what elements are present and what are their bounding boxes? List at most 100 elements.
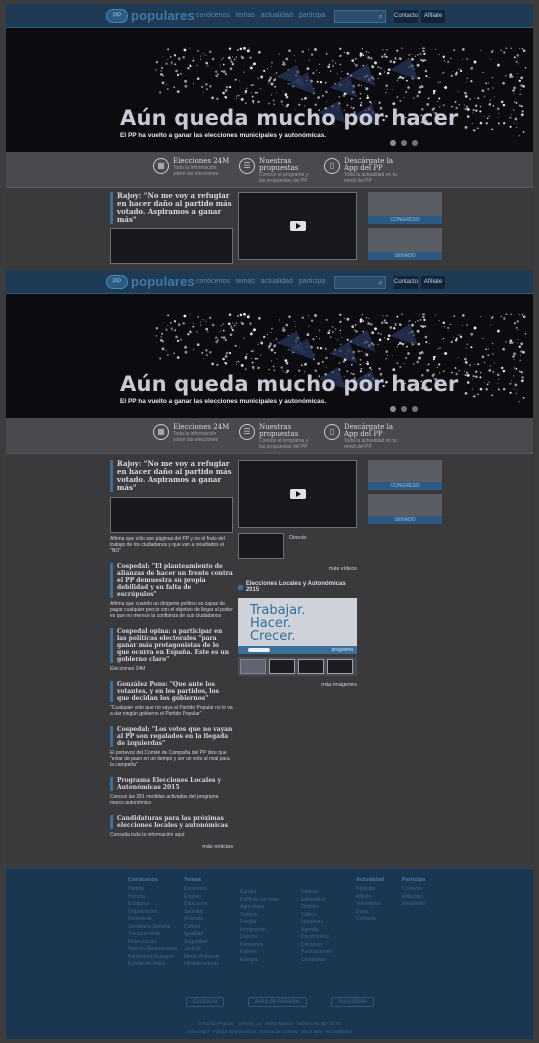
footer-link[interactable]: Sanidad (184, 909, 220, 917)
senado-box[interactable]: SENADO (368, 494, 442, 524)
footer-link[interactable]: Cultura (184, 924, 220, 932)
footer-link[interactable]: Seguridad (184, 939, 220, 947)
footer-link[interactable]: Entrevistas (301, 897, 332, 905)
hero-banner[interactable]: Aún queda mucho por hacer El PP ha vuelt… (6, 294, 533, 418)
join-button[interactable]: Afíliate (421, 10, 445, 23)
hero-banner[interactable]: Aún queda mucho por hacer El PP ha vuelt… (6, 28, 533, 152)
footer-link[interactable]: Imágenes (301, 919, 332, 927)
footer-link[interactable]: Agricultura (240, 904, 279, 912)
congreso-box[interactable]: CONGRESO (368, 460, 442, 490)
footer-link[interactable]: Energía (240, 957, 279, 965)
footer-link[interactable]: Turismo (240, 912, 279, 920)
menu-item-temas[interactable]: temas (236, 278, 255, 285)
gallery-thumb[interactable] (240, 659, 266, 674)
contact-button[interactable]: Contacto (394, 276, 418, 289)
senado-box[interactable]: SENADO (368, 228, 442, 260)
footer-link[interactable]: Medio Ambiente (184, 954, 220, 962)
footer-link[interactable]: Vivienda (184, 916, 220, 924)
feature-app[interactable]: ▯ Descárgate la App del PP Toda la actual… (324, 158, 400, 184)
footer-members-button[interactable]: Área de Afiliados (248, 997, 308, 1007)
lead-photo[interactable] (110, 497, 233, 533)
news-item[interactable]: Cospedal: "Los votos que no vayan al PP … (110, 726, 233, 768)
menu-item-actualidad[interactable]: actualidad (261, 278, 293, 285)
footer-link[interactable]: Agenda (301, 927, 332, 935)
footer-link[interactable]: Participa (356, 886, 384, 894)
footer-link[interactable]: Organización (128, 909, 177, 917)
footer-link[interactable]: Vídeos (301, 912, 332, 920)
news-headline[interactable]: Cospedal: "El planteamiento de alianzas … (110, 563, 233, 598)
lead-photo[interactable] (110, 228, 233, 264)
news-headline[interactable]: González Pons: "Que ante los votantes, y… (110, 681, 233, 702)
footer-link[interactable]: Empleo (184, 894, 220, 902)
news-item[interactable]: Candidaturas para las próximas eleccione… (110, 815, 233, 838)
footer-link[interactable]: Exterior (240, 949, 279, 957)
news-headline[interactable]: Cospedal opina: a participar en las polí… (110, 628, 233, 663)
news-item[interactable]: Cospedal opina: a participar en las polí… (110, 628, 233, 672)
feature-proposals[interactable]: ☰ Nuestras propuestas Conoce el programa … (239, 424, 313, 450)
footer-link[interactable]: Campañas (301, 957, 332, 965)
play-icon[interactable] (289, 221, 306, 231)
carousel-dot[interactable] (390, 140, 396, 146)
carousel-dot[interactable] (412, 406, 418, 412)
site-logo[interactable]: PP populares (106, 274, 195, 289)
footer-link[interactable]: Contacto (356, 916, 384, 924)
footer-link[interactable]: Educación (184, 901, 220, 909)
footer-link[interactable]: Economía (184, 886, 220, 894)
footer-link[interactable]: Dona (356, 909, 384, 917)
feature-app[interactable]: ▯ Descárgate la App del PP Toda la actual… (324, 424, 400, 450)
video-thumbnail[interactable] (238, 533, 284, 559)
carousel-dot[interactable] (390, 406, 396, 412)
footer-link[interactable]: Noticias (301, 889, 332, 897)
video-player[interactable] (238, 460, 357, 528)
menu-item-conocenos[interactable]: conócenos (196, 278, 230, 285)
video-player[interactable] (238, 192, 357, 260)
search-input[interactable]: ⌕ (334, 10, 386, 23)
news-item[interactable]: Cospedal: "El planteamiento de alianzas … (110, 563, 233, 619)
footer-link[interactable]: Afiliación (402, 894, 426, 902)
footer-link[interactable]: Políticas Sociales (240, 897, 279, 905)
news-headline[interactable]: Candidaturas para las próximas eleccione… (110, 815, 233, 829)
carousel-dot[interactable] (401, 140, 407, 146)
carousel-dot[interactable] (401, 406, 407, 412)
contact-button[interactable]: Contacto (394, 10, 418, 23)
search-input[interactable]: ⌕ (334, 276, 386, 289)
footer-link[interactable]: Igualdad (184, 931, 220, 939)
footer-link[interactable]: Infraestructuras (184, 961, 220, 969)
program-banner[interactable]: Trabajar. Hacer. Crecer. programa (238, 598, 357, 654)
footer-link[interactable]: Inmigración (240, 927, 279, 935)
more-images-link[interactable]: más imágenes (238, 682, 357, 688)
news-headline[interactable]: Cospedal: "Los votos que no vayan al PP … (110, 726, 233, 747)
footer-link[interactable]: Presidente (128, 916, 177, 924)
footer-link[interactable]: Estatutos (128, 901, 177, 909)
footer-link[interactable]: Familia (240, 919, 279, 927)
footer-link[interactable]: Discursos (301, 942, 332, 950)
search-icon[interactable]: ⌕ (379, 12, 383, 22)
congreso-box[interactable]: CONGRESO (368, 192, 442, 224)
footer-link[interactable]: Parlamento Europeo (128, 954, 177, 962)
lead-headline[interactable]: Rajoy: "No me voy a refugiar en hacer da… (110, 192, 233, 224)
footer-contact-button[interactable]: Contacto (186, 997, 225, 1007)
footer-link[interactable]: Justicia (184, 946, 220, 954)
feature-proposals[interactable]: ☰ Nuestras propuestas Conoce el programa … (239, 158, 313, 184)
feature-elections[interactable]: ▦ Elecciones 24M Toda la información sobr… (153, 158, 229, 177)
play-icon[interactable] (289, 489, 306, 499)
carousel-dot[interactable] (412, 140, 418, 146)
footer-link[interactable]: Contacto (402, 886, 426, 894)
footer-link[interactable]: Publicaciones (301, 949, 332, 957)
footer-link[interactable]: Secretaría General (128, 924, 177, 932)
footer-link[interactable]: Partido (128, 886, 177, 894)
menu-item-actualidad[interactable]: actualidad (261, 12, 293, 19)
lead-headline[interactable]: Rajoy: "No me voy a refugiar en hacer da… (110, 460, 233, 492)
news-item[interactable]: Programa Elecciones Locales y Autonómica… (110, 777, 233, 806)
site-logo[interactable]: PP populares (106, 8, 195, 23)
news-headline[interactable]: Programa Elecciones Locales y Autonómica… (110, 777, 233, 791)
footer-link[interactable]: Pensiones (240, 942, 279, 950)
more-videos-link[interactable]: más vídeos (238, 566, 357, 572)
menu-item-temas[interactable]: temas (236, 12, 255, 19)
footer-link[interactable]: Transparencia (128, 931, 177, 939)
more-news-link[interactable]: más noticias (110, 844, 233, 850)
video-caption[interactable]: Directo (289, 535, 306, 541)
footer-legal-links[interactable]: Aviso legal · Política de privacidad · P… (6, 1029, 533, 1034)
search-icon[interactable]: ⌕ (379, 278, 383, 288)
banner-link[interactable]: programa (332, 647, 353, 653)
